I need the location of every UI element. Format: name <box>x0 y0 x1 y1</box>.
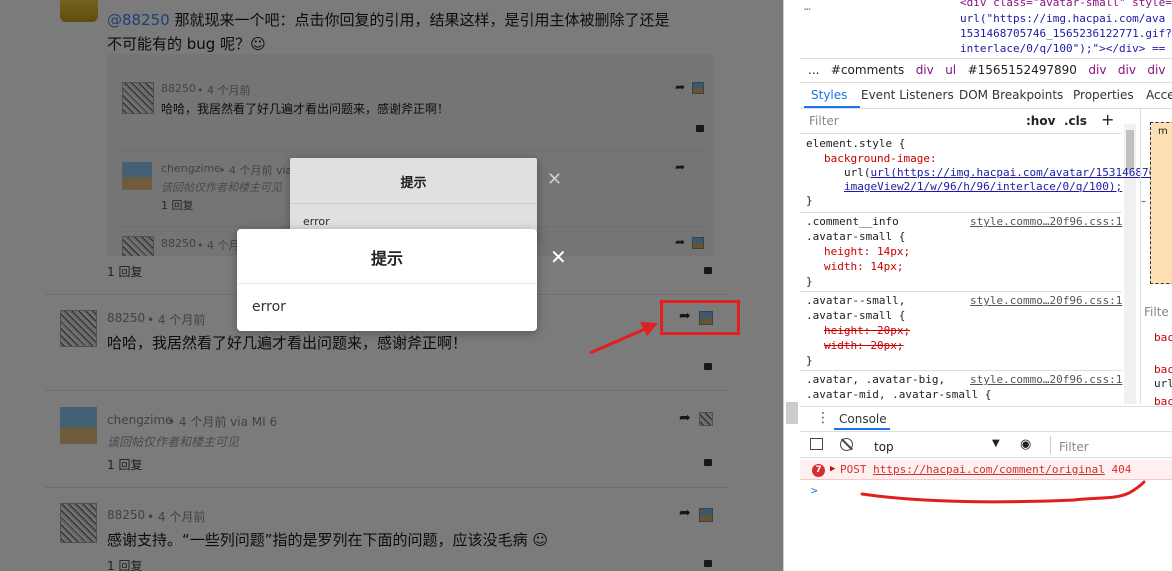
error-count-badge: 7 <box>812 464 825 477</box>
breadcrumb-item[interactable]: #1565152497890 <box>968 63 1077 77</box>
context-select[interactable]: top <box>874 440 894 454</box>
tab-accessibility[interactable]: Acce <box>1146 88 1172 102</box>
html-line[interactable]: 1531468705746_1565236122771.gif? <box>960 27 1172 40</box>
rule-source-link[interactable]: style.commo…20f96.css:1 <box>970 215 1122 228</box>
divider <box>800 406 1172 407</box>
divider <box>800 108 1172 109</box>
cls-button[interactable]: .cls <box>1064 114 1087 128</box>
divider <box>800 58 1172 59</box>
computed-filter-input[interactable]: Filte <box>1144 305 1169 319</box>
css-property[interactable]: height: 14px; <box>824 245 910 258</box>
divider <box>800 82 1172 83</box>
css-property-overridden[interactable]: width: 20px; <box>824 339 903 352</box>
rule-selector[interactable]: .comment__info <box>806 215 899 228</box>
styles-filter-input[interactable]: Filter <box>809 114 839 128</box>
dialog-message: error <box>252 299 286 315</box>
rule-close: } <box>806 275 813 288</box>
annotation-highlight-box <box>660 300 740 335</box>
toolbar-separator <box>1050 436 1051 454</box>
breadcrumb-item[interactable]: ul <box>945 63 956 77</box>
hov-button[interactable]: :hov <box>1026 114 1055 128</box>
console-prompt[interactable]: > <box>811 484 818 497</box>
tab-event-listeners[interactable]: Event Listeners <box>861 88 954 102</box>
box-model-dash: – <box>1141 196 1146 207</box>
devtools-panel: … <div class="avatar-small" style= url("… <box>783 0 1172 571</box>
css-value[interactable]: imageView2/1/w/96/h/96/interlace/0/q/100… <box>844 180 1122 193</box>
more-dots-icon[interactable]: … <box>804 0 811 13</box>
rule-selector[interactable]: .avatar-mid, .avatar-small { <box>806 388 991 401</box>
expand-triangle-icon[interactable]: ▶ <box>830 464 835 474</box>
rule-close: } <box>806 194 813 207</box>
html-line[interactable]: interlace/0/q/100");"></div> == $ <box>960 42 1172 55</box>
tab-dom-breakpoints[interactable]: DOM Breakpoints <box>959 88 1063 102</box>
divider <box>800 431 1172 432</box>
drawer-menu-icon[interactable]: ⋮ <box>816 410 830 426</box>
active-tab-indicator <box>834 428 890 430</box>
tab-styles[interactable]: Styles <box>811 88 847 102</box>
divider <box>800 291 1122 292</box>
box-model-label: m <box>1158 126 1168 137</box>
tab-properties[interactable]: Properties <box>1073 88 1134 102</box>
annotation-underline <box>860 480 1146 504</box>
html-line[interactable]: <div class="avatar-small" style= <box>960 0 1172 9</box>
breadcrumb: ... #comments div ul #1565152497890 div … <box>808 63 1172 77</box>
divider <box>800 457 1172 458</box>
rule-selector[interactable]: element.style { <box>806 137 905 150</box>
add-rule-button[interactable]: + <box>1101 110 1114 129</box>
rule-source-link[interactable]: style.commo…20f96.css:1 <box>970 294 1122 307</box>
console-filter-input[interactable]: Filter <box>1059 440 1089 454</box>
computed-property[interactable]: bac <box>1154 331 1172 344</box>
error-dialog: 提示 error <box>237 229 537 331</box>
divider <box>800 370 1122 371</box>
dialog-divider <box>237 283 537 284</box>
scrollbar-thumb[interactable] <box>1126 130 1134 170</box>
breadcrumb-item[interactable]: ... <box>808 63 819 77</box>
computed-property[interactable]: url <box>1154 377 1172 390</box>
css-property-overridden[interactable]: height: 20px; <box>824 324 910 337</box>
console-error-message[interactable]: POST https://hacpai.com/comment/original… <box>840 463 1131 476</box>
panel-resize-handle[interactable] <box>786 402 798 424</box>
breadcrumb-item[interactable]: div <box>1088 63 1106 77</box>
html-line[interactable]: url("https://img.hacpai.com/ava <box>960 12 1165 25</box>
box-model-diagram <box>1150 122 1172 284</box>
rule-selector[interactable]: .avatar, .avatar-big, <box>806 373 945 386</box>
sidebar-toggle-icon[interactable] <box>810 438 823 450</box>
breadcrumb-item[interactable]: #comments <box>831 63 904 77</box>
css-value[interactable]: url(url(https://img.hacpai.com/avatar/15… <box>844 166 1155 179</box>
tab-console[interactable]: Console <box>839 412 887 426</box>
breadcrumb-item[interactable]: div <box>1118 63 1136 77</box>
css-property[interactable]: background-image: <box>824 152 937 165</box>
eye-icon[interactable]: ◉ <box>1020 437 1031 452</box>
rule-selector[interactable]: .avatar-small { <box>806 309 905 322</box>
computed-property[interactable]: bac <box>1154 363 1172 376</box>
pane-divider <box>1140 108 1141 404</box>
web-page: @88250 那就现来一个吧：点击你回复的引用，结果这样，是引用主体被删除了还是… <box>0 0 783 571</box>
breadcrumb-item[interactable]: div <box>1147 63 1165 77</box>
divider <box>800 133 1122 134</box>
chevron-down-icon[interactable]: ▼ <box>992 438 1000 449</box>
rule-selector[interactable]: .avatar--small, <box>806 294 905 307</box>
rule-selector[interactable]: .avatar-small { <box>806 230 905 243</box>
breadcrumb-item[interactable]: div <box>916 63 934 77</box>
divider <box>800 212 1122 213</box>
close-icon[interactable]: ✕ <box>550 245 567 269</box>
dialog-title: 提示 <box>370 249 403 268</box>
css-property[interactable]: width: 14px; <box>824 260 903 273</box>
rule-close: } <box>806 354 813 367</box>
rule-source-link[interactable]: style.commo…20f96.css:1 <box>970 373 1122 386</box>
